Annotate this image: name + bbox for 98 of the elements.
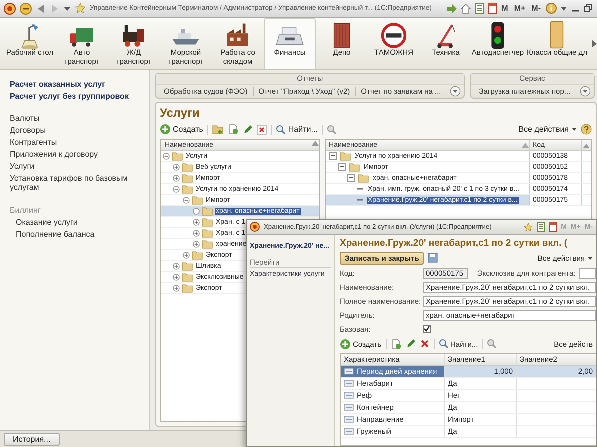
- collapse-icon[interactable]: [183, 196, 190, 204]
- folder-icon: [182, 262, 193, 270]
- all-actions-button[interactable]: Все действия: [518, 125, 577, 134]
- dropdown-icon[interactable]: [580, 86, 591, 97]
- search-cancel-icon[interactable]: [487, 339, 498, 349]
- expand-icon[interactable]: [173, 164, 180, 170]
- caret-icon: [588, 256, 593, 260]
- folder-icon: [202, 206, 213, 216]
- calculator-icon[interactable]: [537, 222, 546, 232]
- add-icon[interactable]: [340, 338, 351, 350]
- panel-title: Услуги: [160, 106, 201, 122]
- nav-link[interactable]: Оказание услуги: [16, 218, 143, 227]
- pencil-icon[interactable]: [243, 124, 254, 134]
- check-icon: [424, 326, 430, 332]
- expand-icon[interactable]: [173, 174, 180, 182]
- dropdown-icon[interactable]: [450, 86, 462, 97]
- star-icon[interactable]: [524, 222, 534, 232]
- arrow-icon[interactable]: [446, 4, 457, 14]
- create-button[interactable]: Создать: [160, 124, 204, 135]
- expand-icon[interactable]: [193, 218, 200, 226]
- delete-icon[interactable]: [257, 124, 268, 134]
- property-icon: [344, 404, 354, 411]
- collapse-icon[interactable]: [173, 186, 180, 192]
- help-icon[interactable]: [581, 124, 592, 135]
- search-icon: [438, 339, 449, 349]
- nav-link[interactable]: Расчет оказанных услуг: [10, 80, 143, 89]
- collapse-icon[interactable]: [347, 174, 355, 182]
- nav-link[interactable]: Приложения к договору: [10, 150, 143, 159]
- input-field[interactable]: [578, 268, 596, 278]
- save-icon[interactable]: [428, 253, 438, 263]
- nav-link[interactable]: Услуги: [10, 162, 143, 171]
- property-icon: [344, 416, 354, 423]
- property-icon: [344, 428, 354, 435]
- search-cancel-icon[interactable]: [326, 124, 337, 134]
- folder-icon: [202, 228, 213, 238]
- restore-icon[interactable]: [584, 4, 593, 13]
- folder-icon: [182, 272, 193, 282]
- calculator-icon[interactable]: [474, 3, 484, 14]
- history-button[interactable]: История...: [4, 432, 60, 446]
- caret-icon[interactable]: [64, 6, 71, 10]
- menu-icon[interactable]: [20, 2, 32, 14]
- nav-link[interactable]: Расчет услуг без группировок: [10, 92, 143, 101]
- property-icon: [344, 392, 354, 399]
- scroll-up-icon[interactable]: [582, 142, 591, 148]
- expand-icon[interactable]: [173, 274, 180, 280]
- leaf-node-icon: [193, 208, 200, 214]
- expand-icon[interactable]: [173, 262, 180, 270]
- property-icon: [344, 380, 354, 387]
- form-heading: Хранение.Груж.20' негабарит,с1 по 2 сутки вкл. (: [340, 238, 569, 249]
- sort-icon[interactable]: [522, 142, 529, 148]
- folder-icon: [358, 174, 369, 182]
- star-icon[interactable]: [75, 3, 86, 14]
- calendar-icon[interactable]: [549, 222, 558, 232]
- folder-icon: [182, 174, 193, 182]
- nav-group-title: Биллинг: [10, 206, 42, 215]
- document-add-icon[interactable]: [228, 124, 240, 135]
- folder-icon: [182, 162, 193, 172]
- back-icon[interactable]: [36, 4, 46, 14]
- property-icon: [344, 368, 354, 375]
- delete-icon[interactable]: [420, 339, 430, 349]
- road-sign-icon: [379, 21, 409, 49]
- search-icon: [276, 124, 286, 134]
- calendar-icon[interactable]: [488, 3, 497, 14]
- expand-icon[interactable]: [183, 252, 190, 258]
- find-button[interactable]: Найти...: [276, 124, 318, 134]
- nav-link[interactable]: Договоры: [10, 126, 143, 135]
- memory-button[interactable]: M-: [530, 4, 542, 13]
- nav-link[interactable]: Пополнение баланса: [16, 230, 143, 239]
- binder-icon: [550, 21, 564, 49]
- checkbox[interactable]: [423, 325, 431, 333]
- nav-link[interactable]: Контрагенты: [10, 138, 143, 147]
- caret-icon: [572, 128, 577, 131]
- app-logo-icon[interactable]: [250, 222, 260, 232]
- info-icon[interactable]: [546, 3, 557, 14]
- collapse-icon[interactable]: [329, 152, 337, 160]
- nav-link[interactable]: Валюты: [10, 114, 143, 123]
- sort-icon[interactable]: [312, 140, 319, 147]
- document-add-icon[interactable]: [390, 338, 402, 350]
- nav-link[interactable]: Установка тарифов по базовым услугам: [10, 174, 143, 192]
- collapse-icon[interactable]: [163, 152, 170, 160]
- app-logo-icon[interactable]: [4, 2, 16, 14]
- scroll-right-icon[interactable]: [592, 40, 597, 48]
- folder-icon: [349, 162, 360, 172]
- expand-icon[interactable]: [193, 240, 200, 248]
- home-icon[interactable]: [460, 4, 471, 14]
- folder-add-icon[interactable]: [212, 124, 224, 135]
- memory-button[interactable]: M: [500, 4, 510, 13]
- memory-button[interactable]: M+: [513, 4, 527, 13]
- pencil-icon[interactable]: [406, 339, 416, 349]
- folder-icon: [192, 250, 203, 260]
- folder-icon: [182, 184, 193, 194]
- folder-icon: [202, 240, 213, 248]
- expand-icon[interactable]: [193, 230, 200, 236]
- collapse-icon[interactable]: [338, 163, 346, 171]
- add-icon[interactable]: [160, 124, 171, 135]
- caret-icon[interactable]: [561, 6, 567, 10]
- expand-icon[interactable]: [173, 284, 180, 292]
- folder-icon: [182, 284, 193, 292]
